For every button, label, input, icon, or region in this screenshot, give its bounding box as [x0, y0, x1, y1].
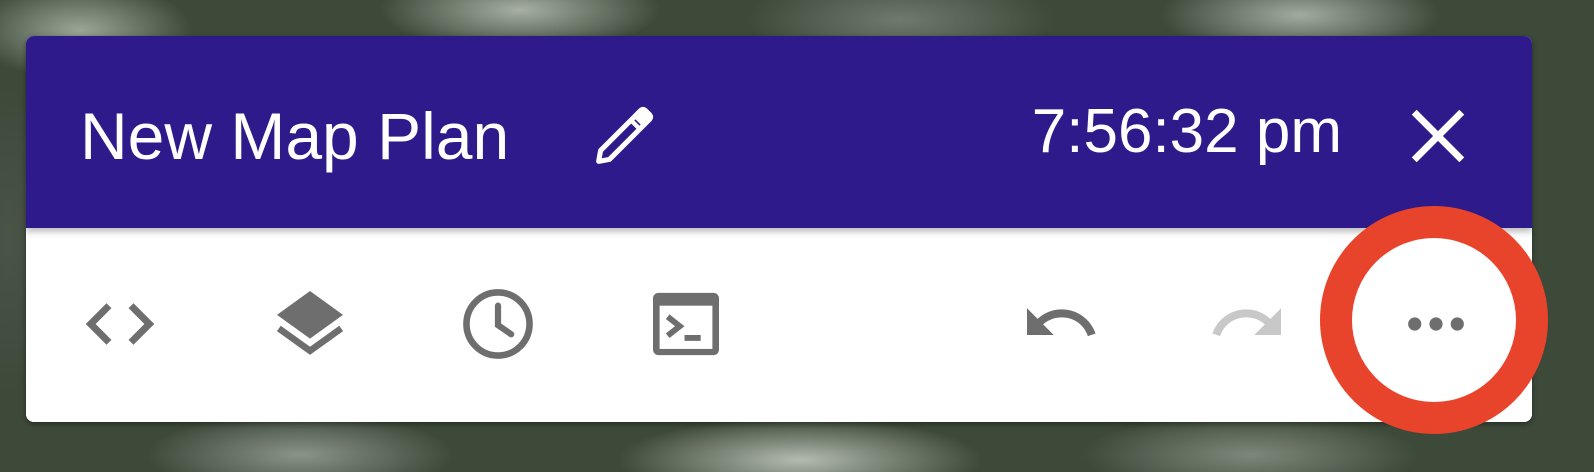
- more-options-button[interactable]: [1392, 280, 1480, 368]
- edit-title-button[interactable]: [586, 98, 662, 174]
- code-button[interactable]: [76, 280, 164, 368]
- redo-button[interactable]: [1204, 280, 1292, 368]
- current-time: 7:56:32 pm: [1031, 97, 1342, 166]
- history-button[interactable]: [454, 280, 542, 368]
- map-plan-panel: New Map Plan 7:56:32 pm: [26, 36, 1532, 422]
- toolbar: [26, 228, 1532, 422]
- undo-icon: [1027, 308, 1096, 337]
- undo-button[interactable]: [1016, 280, 1104, 368]
- layers-button[interactable]: [266, 280, 354, 368]
- more-horizontal-icon: [1408, 317, 1464, 331]
- clock-icon: [463, 289, 533, 359]
- plan-title: New Map Plan: [80, 99, 510, 173]
- code-brackets-icon: [85, 303, 155, 345]
- terminal-icon: [653, 292, 719, 356]
- pencil-icon: [596, 106, 654, 164]
- panel-header: New Map Plan 7:56:32 pm: [26, 36, 1532, 228]
- close-icon: [1411, 109, 1465, 163]
- console-button[interactable]: [642, 280, 730, 368]
- layers-icon: [276, 291, 344, 355]
- redo-icon: [1212, 308, 1281, 337]
- close-button[interactable]: [1406, 104, 1470, 168]
